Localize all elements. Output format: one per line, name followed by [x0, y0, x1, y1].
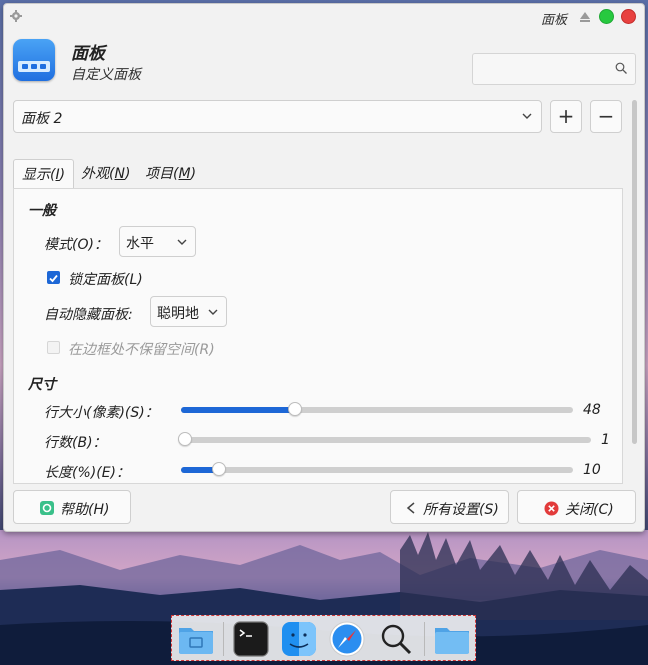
- chevron-down-icon: [177, 239, 187, 245]
- lock-panel-label: 锁定面板(L): [68, 272, 143, 288]
- panel-app-icon: [13, 39, 55, 81]
- scrollbar[interactable]: [632, 100, 637, 444]
- general-heading: 一般: [28, 203, 56, 219]
- dock-separator: [223, 622, 224, 656]
- close-icon: [544, 501, 559, 516]
- panel-select[interactable]: 面板 2: [13, 100, 542, 133]
- row-size-value: 48: [583, 402, 601, 418]
- chevron-down-icon: [522, 113, 532, 119]
- tab-appearance[interactable]: 外观(N): [73, 159, 138, 188]
- chevron-left-icon: [406, 502, 415, 514]
- all-settings-button[interactable]: 所有设置(S): [390, 490, 509, 524]
- file-manager-icon[interactable]: [177, 620, 215, 658]
- length-slider-handle[interactable]: [212, 462, 226, 476]
- mode-label: 模式(O)：: [44, 237, 108, 253]
- autohide-label: 自动隐藏面板:: [44, 307, 133, 323]
- shade-icon[interactable]: [580, 12, 590, 22]
- display-tab-content: 一般 模式(O)： 水平 锁定面板(L) 自动隐藏面板: 聪明地 在边框处不保留…: [13, 188, 623, 484]
- help-button[interactable]: 帮助(H): [13, 490, 131, 524]
- tab-display[interactable]: 显示(I): [13, 159, 75, 189]
- search-input[interactable]: [472, 53, 636, 85]
- safari-icon[interactable]: [328, 620, 366, 658]
- help-icon: [40, 501, 54, 515]
- terminal-icon[interactable]: [232, 620, 270, 658]
- close-button[interactable]: 关闭(C): [517, 490, 636, 524]
- dock: [171, 615, 476, 661]
- length-value: 10: [583, 462, 601, 478]
- dock-separator: [424, 622, 425, 656]
- row-size-label: 行大小(像素)(S)：: [44, 405, 159, 421]
- folder-icon[interactable]: [433, 620, 471, 658]
- panel-settings-window: 面板 面板 自定义面板 面板 2 + − 显示(I) 外观(N) 项目(M) 一…: [3, 3, 645, 532]
- autohide-value: 聪明地: [157, 306, 199, 322]
- autohide-select[interactable]: 聪明地: [150, 296, 227, 327]
- rows-value: 1: [601, 432, 610, 448]
- length-slider[interactable]: [181, 462, 573, 476]
- maximize-button[interactable]: [599, 9, 614, 24]
- size-heading: 尺寸: [28, 377, 56, 393]
- reserve-space-checkbox[interactable]: [47, 341, 60, 354]
- close-window-button[interactable]: [621, 9, 636, 24]
- length-label: 长度(%)(E)：: [44, 465, 130, 481]
- rows-slider-handle[interactable]: [178, 432, 192, 446]
- row-size-slider-handle[interactable]: [288, 402, 302, 416]
- mode-value: 水平: [126, 236, 154, 252]
- title-bar: 面板: [4, 4, 644, 30]
- add-panel-button[interactable]: +: [550, 100, 582, 133]
- panel-select-value: 面板 2: [21, 111, 63, 127]
- reserve-space-label: 在边框处不保留空间(R): [68, 342, 215, 358]
- mode-select[interactable]: 水平: [119, 226, 196, 257]
- chevron-down-icon: [208, 309, 218, 315]
- remove-panel-button[interactable]: −: [590, 100, 622, 133]
- search-icon: [615, 62, 627, 74]
- tab-items[interactable]: 项目(M): [137, 159, 204, 188]
- search-app-icon[interactable]: [377, 620, 415, 658]
- page-subtitle: 自定义面板: [71, 67, 141, 83]
- finder-icon[interactable]: [280, 620, 318, 658]
- gear-icon[interactable]: [10, 10, 22, 22]
- page-title: 面板: [71, 44, 105, 64]
- row-size-slider-fill: [181, 407, 295, 413]
- rows-label: 行数(B)：: [44, 435, 107, 451]
- check-icon: [49, 274, 58, 283]
- lock-panel-checkbox[interactable]: [47, 271, 60, 284]
- row-size-slider[interactable]: [181, 402, 573, 416]
- rows-slider[interactable]: [178, 432, 591, 446]
- window-title: 面板: [540, 13, 567, 28]
